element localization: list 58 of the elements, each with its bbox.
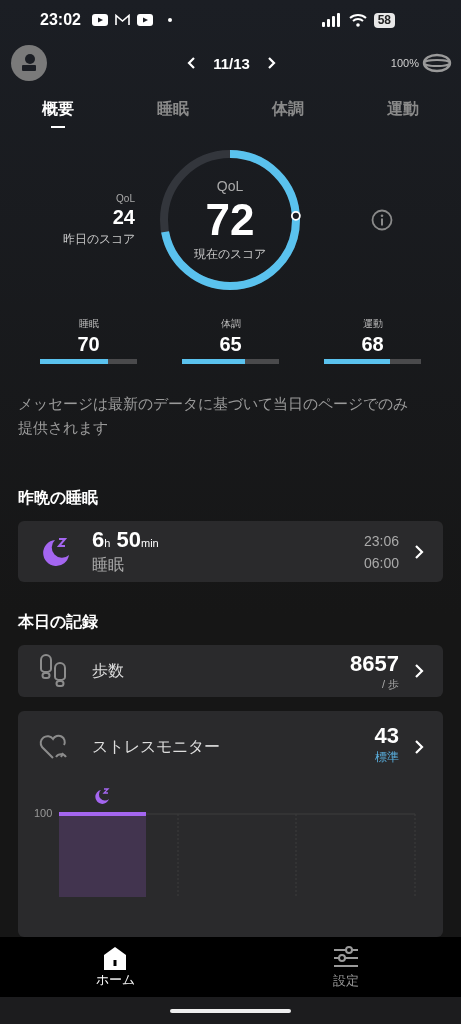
- ring-icon: [422, 53, 452, 74]
- category-score: 68: [361, 333, 384, 357]
- page-indicator: 11/13: [213, 54, 250, 72]
- category-score: 70: [77, 333, 100, 357]
- nav-tab[interactable]: 設定: [230, 944, 461, 990]
- axis-label: 100: [34, 807, 54, 819]
- steps-card[interactable]: 歩数 8657 / 歩: [18, 645, 443, 697]
- sleep-moon-icon: [40, 535, 72, 568]
- stress-card[interactable]: ストレスモニター 43 標準 100: [18, 711, 443, 937]
- tab[interactable]: 体調: [230, 99, 346, 136]
- steps-unit: / 歩: [381, 676, 399, 692]
- chevron-icon: [413, 739, 425, 755]
- info-message: メッセージは最新のデータに基づいて当日のページでのみ提供されます: [18, 394, 409, 439]
- tab[interactable]: 運動: [345, 99, 461, 136]
- signal-icon: [321, 13, 342, 28]
- battery-indicator: 58: [373, 12, 395, 28]
- category-label: 睡眠: [78, 317, 99, 332]
- section-title: 本日の記録: [18, 612, 99, 633]
- chevron-icon: [413, 543, 425, 560]
- nav-tab[interactable]: ホーム: [0, 945, 231, 989]
- avatar-icon[interactable]: [11, 45, 47, 82]
- previous-icon[interactable]: [187, 56, 198, 71]
- footprints-icon: [38, 654, 68, 689]
- category-score: 65: [219, 333, 242, 357]
- sleep-label: 睡眠: [92, 555, 125, 576]
- sleep-duration: 6h 50min: [92, 527, 160, 554]
- current-score: 72: [205, 194, 255, 246]
- video-app-icon: [91, 14, 108, 27]
- mail-app-icon: [114, 14, 130, 27]
- score-label: QoL: [216, 177, 244, 194]
- heart-gauge-icon: [38, 733, 68, 761]
- chevron-icon: [413, 663, 425, 680]
- record-label: 歩数: [92, 660, 125, 681]
- tab[interactable]: 概要: [0, 99, 116, 136]
- score-caption: 現在のスコア: [194, 245, 266, 263]
- status-time: 23:02: [40, 11, 81, 30]
- wake-time: 06:00: [363, 553, 399, 573]
- info-icon[interactable]: [371, 209, 393, 232]
- ring-battery-level: 100%: [390, 57, 419, 70]
- score-label: QoL: [116, 192, 135, 204]
- home-icon: [103, 945, 128, 970]
- video-app-icon: [136, 14, 153, 27]
- record-label: ストレスモニター: [92, 736, 221, 757]
- stress-value: 43: [374, 722, 399, 749]
- notification-dot-icon: [167, 18, 172, 23]
- category-label: 運動: [362, 317, 383, 332]
- next-icon[interactable]: [265, 56, 276, 71]
- stress-status: 標準: [375, 748, 399, 766]
- score-caption: 昨日のスコア: [63, 230, 135, 248]
- yesterday-score: 24: [112, 205, 135, 229]
- section-title: 昨晩の睡眠: [18, 488, 99, 509]
- sleep-card[interactable]: 6h 50min 睡眠 23:06 06:00: [18, 521, 443, 583]
- bedtime: 23:06: [363, 531, 399, 551]
- gauge-marker: [290, 211, 301, 221]
- wifi-icon: [348, 13, 367, 28]
- tab[interactable]: 睡眠: [115, 99, 231, 136]
- steps-value: 8657: [350, 650, 399, 677]
- category-label: 体調: [220, 317, 241, 332]
